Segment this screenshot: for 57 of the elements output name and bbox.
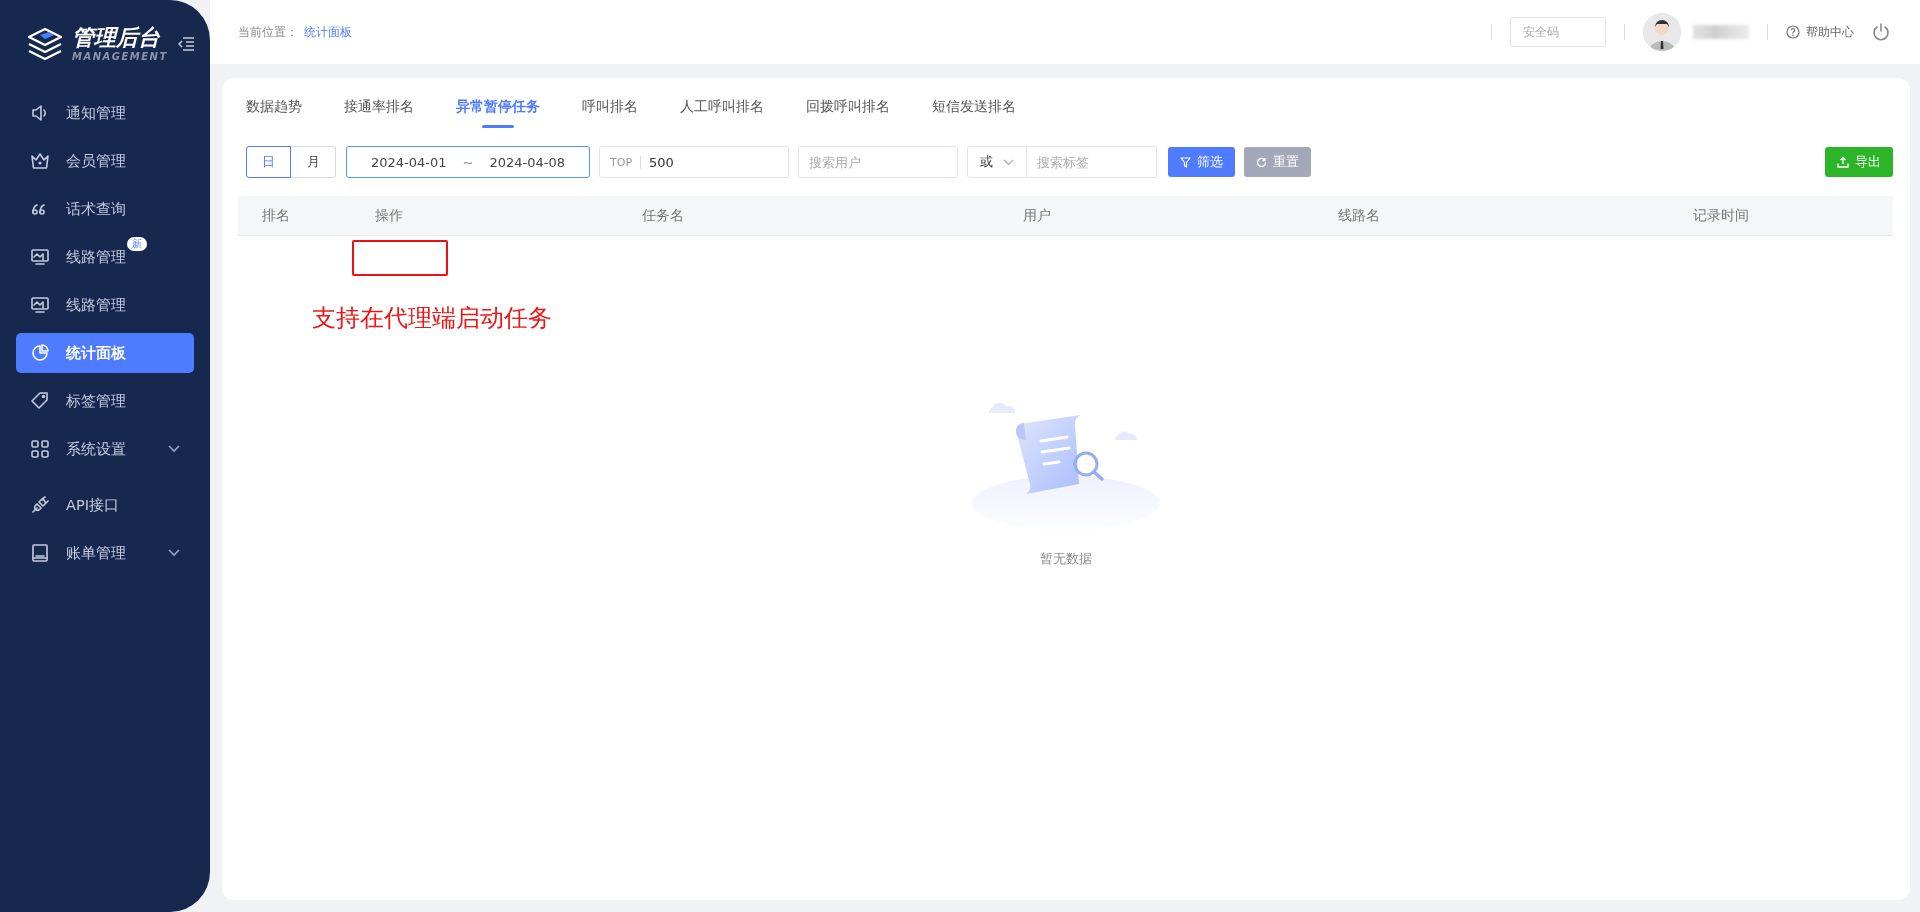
security-code-field[interactable]: 安全码 bbox=[1510, 17, 1606, 47]
pie-chart-icon bbox=[30, 343, 50, 363]
tag-search-field[interactable]: 搜索标签 bbox=[1027, 146, 1157, 178]
date-range-field[interactable]: 2024-04-01 ~ 2024-04-08 bbox=[346, 146, 590, 178]
empty-state-text: 暂无数据 bbox=[1040, 550, 1092, 568]
breadcrumb-label: 当前位置： bbox=[238, 23, 298, 41]
filter-button[interactable]: 筛选 bbox=[1168, 147, 1235, 177]
tag-icon bbox=[30, 391, 50, 411]
breadcrumb-link[interactable]: 统计面板 bbox=[304, 23, 352, 41]
sidebar-item[interactable]: API接口 bbox=[16, 485, 194, 525]
tab[interactable]: 呼叫排名 bbox=[582, 98, 638, 128]
tab[interactable]: 数据趋势 bbox=[246, 98, 302, 128]
sidebar-item[interactable]: 统计面板 bbox=[16, 333, 194, 373]
logo-title: 管理后台 bbox=[72, 26, 161, 49]
column-header: 线路名 bbox=[1337, 206, 1381, 225]
refresh-icon bbox=[1256, 156, 1267, 168]
top-count-field[interactable]: TOP 500 bbox=[599, 146, 789, 178]
help-icon bbox=[1786, 25, 1800, 39]
column-header: 记录时间 bbox=[1692, 206, 1750, 225]
funnel-icon bbox=[1180, 156, 1191, 168]
period-toggle[interactable]: 月 bbox=[291, 146, 336, 178]
sidebar-item[interactable]: 话术查询 bbox=[16, 189, 194, 229]
help-center-link[interactable]: 帮助中心 bbox=[1786, 23, 1854, 41]
sidebar-item[interactable]: 会员管理 bbox=[16, 141, 194, 181]
column-header: 任务名 bbox=[641, 206, 685, 225]
crown-icon bbox=[30, 151, 50, 171]
annotation-text: 支持在代理端启动任务 bbox=[312, 303, 552, 334]
menu-collapse-icon[interactable] bbox=[178, 37, 194, 51]
tab[interactable]: 短信发送排名 bbox=[932, 98, 1016, 128]
sidebar-item[interactable]: 系统设置 bbox=[16, 429, 194, 469]
logo-subtitle: MANAGEMENT bbox=[72, 51, 168, 62]
new-badge: 新 bbox=[127, 237, 147, 251]
monitor-icon bbox=[30, 247, 50, 267]
sidebar-item[interactable]: 通知管理 bbox=[16, 93, 194, 133]
user-search-field[interactable]: 搜索用户 bbox=[798, 146, 958, 178]
sidebar-item[interactable]: 线路管理 bbox=[16, 285, 194, 325]
tab[interactable]: 接通率排名 bbox=[344, 98, 414, 128]
sidebar-item[interactable]: 线路管理 新 bbox=[16, 237, 194, 277]
blurred-username bbox=[1693, 25, 1749, 39]
plug-icon bbox=[30, 495, 50, 515]
book-icon bbox=[30, 543, 50, 563]
upload-icon bbox=[1837, 156, 1849, 168]
sidebar-item[interactable]: 标签管理 bbox=[16, 381, 194, 421]
chevron-down-icon bbox=[1003, 158, 1014, 166]
column-header: 排名 bbox=[261, 206, 291, 225]
grid-icon bbox=[30, 439, 50, 459]
layers-logo-icon bbox=[26, 27, 64, 61]
period-toggle[interactable]: 日 bbox=[246, 146, 291, 178]
power-icon[interactable] bbox=[1872, 23, 1890, 41]
tab[interactable]: 人工呼叫排名 bbox=[680, 98, 764, 128]
tab[interactable]: 异常暂停任务 bbox=[456, 98, 540, 128]
column-header: 用户 bbox=[1022, 206, 1052, 225]
tab[interactable]: 回拨呼叫排名 bbox=[806, 98, 890, 128]
monitor-icon bbox=[30, 295, 50, 315]
sidebar-item[interactable]: 账单管理 bbox=[16, 533, 194, 573]
column-header: 操作 bbox=[374, 206, 404, 225]
logic-select[interactable]: 或 bbox=[967, 146, 1027, 178]
